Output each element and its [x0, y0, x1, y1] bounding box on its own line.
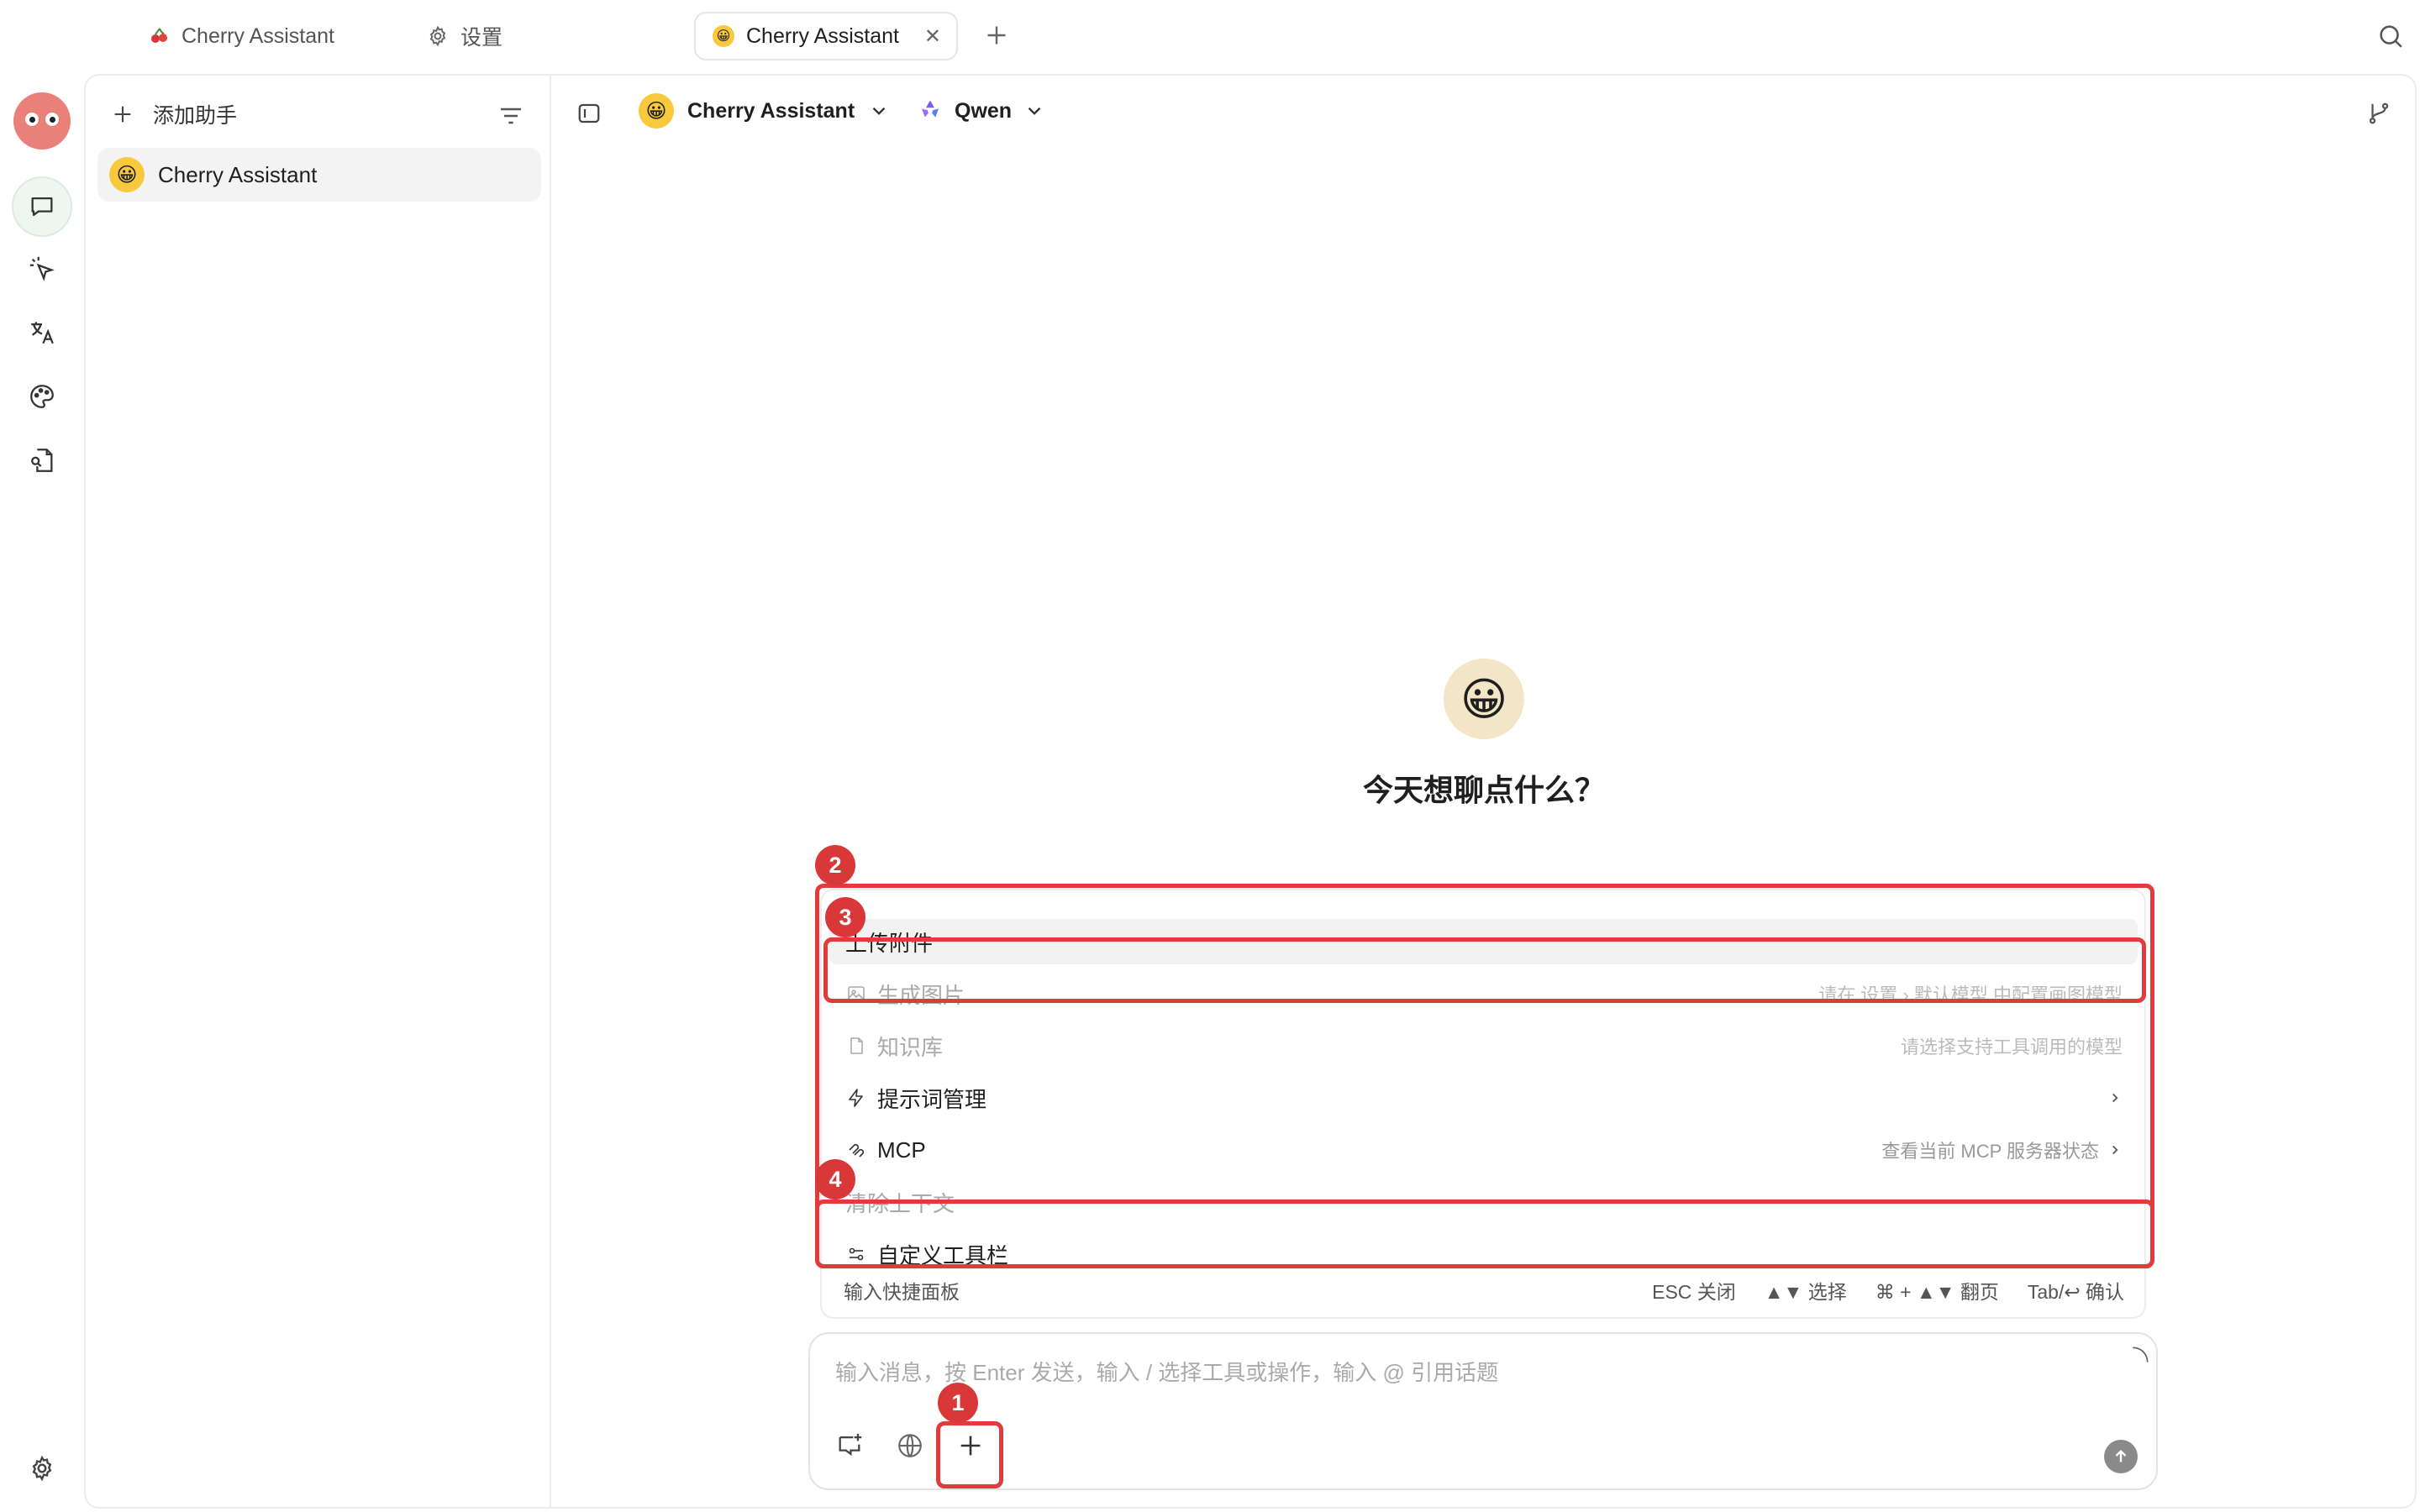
key-hint-esc: ESC 关闭	[1652, 1281, 1736, 1303]
quick-item-label: 自定义工具栏	[877, 1242, 1009, 1268]
assistant-name: Cherry Assistant	[158, 161, 318, 187]
quick-item-hint: 查看当前 MCP 服务器状态	[1881, 1137, 2123, 1163]
annotation-badge-2: 2	[815, 845, 855, 885]
tab-label: Cherry Assistant	[182, 24, 335, 48]
quick-item-generate-image[interactable]: 生成图片 请在 设置 › 默认模型 中配置画图模型	[829, 971, 2138, 1016]
chevron-right-icon	[2107, 1090, 2123, 1105]
settings-icon[interactable]	[29, 1455, 55, 1482]
gear-icon	[427, 25, 449, 47]
new-topic-button[interactable]	[835, 1431, 864, 1460]
quick-item-label: 生成图片	[877, 982, 965, 1008]
close-icon[interactable]: ✕	[924, 24, 941, 49]
palette-icon	[28, 382, 56, 411]
nav-files[interactable]	[12, 430, 72, 491]
avatar[interactable]	[13, 92, 71, 150]
welcome-avatar: 😀	[1444, 659, 1524, 739]
assistant-panel: 添加助手 😀 Cherry Assistant	[86, 76, 551, 1507]
quick-item-hint-text: 查看当前 MCP 服务器状态	[1881, 1141, 2099, 1162]
tab-label: Cherry Assistant	[746, 24, 900, 48]
assistant-emoji: 😀	[639, 93, 674, 129]
tab-settings[interactable]: 设置	[427, 12, 502, 60]
assistant-item[interactable]: 😀 Cherry Assistant	[97, 148, 541, 202]
qwen-logo-icon	[918, 98, 943, 123]
add-assistant-button[interactable]: 添加助手	[111, 99, 237, 129]
file-icon	[845, 1035, 867, 1057]
tab-cherry-assistant-home[interactable]: Cherry Assistant	[150, 12, 334, 60]
nav-translate[interactable]	[12, 302, 72, 363]
chevron-down-icon	[1023, 100, 1045, 122]
nav-rail	[0, 74, 84, 1512]
quick-item-hint: 请在 设置 › 默认模型 中配置画图模型	[1818, 984, 2123, 1005]
quick-item-label: MCP	[877, 1137, 926, 1163]
quick-item-hint	[2107, 1090, 2123, 1105]
quick-panel: 上传附件 生成图片 请在 设置 › 默认模型 中配置画图模型 知识库 请选择支持…	[820, 889, 2146, 1319]
emoji-icon: 😀	[713, 25, 734, 47]
chat-icon	[28, 192, 56, 221]
annotation-badge-1: 1	[938, 1383, 978, 1423]
quick-panel-plus-button[interactable]	[956, 1431, 985, 1460]
annotation-badge-4: 4	[815, 1159, 855, 1200]
toggle-sidebar-icon[interactable]	[576, 101, 602, 126]
message-input-box: 输入消息，按 Enter 发送，输入 / 选择工具或操作，输入 @ 引用话题	[808, 1332, 2158, 1490]
nav-chat[interactable]	[12, 176, 72, 237]
model-selector-label: Qwen	[955, 98, 1013, 123]
avatar-eye	[25, 113, 39, 126]
tab-cherry-assistant-active[interactable]: 😀 Cherry Assistant ✕	[694, 12, 958, 60]
translate-icon	[28, 318, 56, 347]
assistant-emoji: 😀	[109, 157, 145, 192]
quick-item-label: 知识库	[877, 1034, 944, 1060]
lightning-icon	[845, 1087, 867, 1109]
quick-item-custom-toolbar[interactable]: 自定义工具栏	[829, 1231, 2138, 1277]
quick-item-upload-attachment[interactable]: 上传附件	[829, 919, 2138, 964]
web-search-icon[interactable]	[896, 1431, 924, 1460]
quick-item-clear-context[interactable]: 清除上下文	[829, 1179, 2138, 1225]
chevron-down-icon	[868, 100, 890, 122]
nav-agents[interactable]	[12, 239, 72, 299]
new-tab-button[interactable]	[981, 20, 1012, 50]
quick-panel-footer: 输入快捷面板 ESC 关闭 ▲▼ 选择 ⌘ + ▲▼ 翻页 Tab/↩ 确认	[844, 1273, 2124, 1307]
quick-item-label: 提示词管理	[877, 1086, 987, 1112]
avatar-eye	[45, 113, 59, 126]
key-hint-confirm: Tab/↩ 确认	[2027, 1281, 2124, 1303]
chevron-right-icon	[2107, 1142, 2123, 1158]
image-icon	[845, 983, 867, 1005]
search-icon[interactable]	[2376, 22, 2405, 50]
plus-icon	[111, 102, 134, 126]
annotation-badge-3: 3	[825, 897, 865, 937]
cursor-sparkle-icon	[28, 255, 56, 283]
add-assistant-label: 添加助手	[153, 104, 238, 128]
message-input[interactable]: 输入消息，按 Enter 发送，输入 / 选择工具或操作，输入 @ 引用话题	[835, 1356, 1498, 1387]
cherry-icon	[150, 26, 170, 46]
welcome-title: 今天想聊点什么？	[1362, 773, 1605, 807]
quick-item-knowledge-base[interactable]: 知识库 请选择支持工具调用的模型	[829, 1023, 2138, 1068]
sliders-icon	[845, 1243, 867, 1265]
send-button[interactable]	[2104, 1440, 2138, 1473]
quick-item-label: 清除上下文	[845, 1190, 955, 1216]
model-selector[interactable]: Qwen	[918, 92, 1045, 129]
assistant-selector[interactable]: 😀 Cherry Assistant	[639, 92, 890, 129]
tab-label: 设置	[460, 26, 503, 50]
quick-panel-title: 输入快捷面板	[844, 1281, 960, 1303]
quick-item-hint: 请选择支持工具调用的模型	[1900, 1037, 2123, 1058]
mcp-icon	[845, 1139, 867, 1161]
file-search-icon	[28, 446, 56, 475]
resize-handle-icon[interactable]	[2129, 1344, 2151, 1366]
quick-item-prompt-management[interactable]: 提示词管理	[829, 1075, 2138, 1121]
assistant-selector-label: Cherry Assistant	[687, 98, 855, 123]
quick-item-mcp[interactable]: MCP 查看当前 MCP 服务器状态	[829, 1127, 2138, 1173]
key-hint-page: ⌘ + ▲▼ 翻页	[1875, 1281, 1999, 1303]
keyboard-hints: ESC 关闭 ▲▼ 选择 ⌘ + ▲▼ 翻页 Tab/↩ 确认	[1652, 1276, 2124, 1305]
nav-paintings[interactable]	[12, 366, 72, 427]
branch-icon[interactable]	[2366, 101, 2391, 126]
key-hint-select: ▲▼ 选择	[1764, 1281, 1847, 1303]
tab-bar: Cherry Assistant 设置 😀 Cherry Assistant ✕	[0, 0, 2420, 74]
filter-icon[interactable]	[497, 102, 524, 129]
